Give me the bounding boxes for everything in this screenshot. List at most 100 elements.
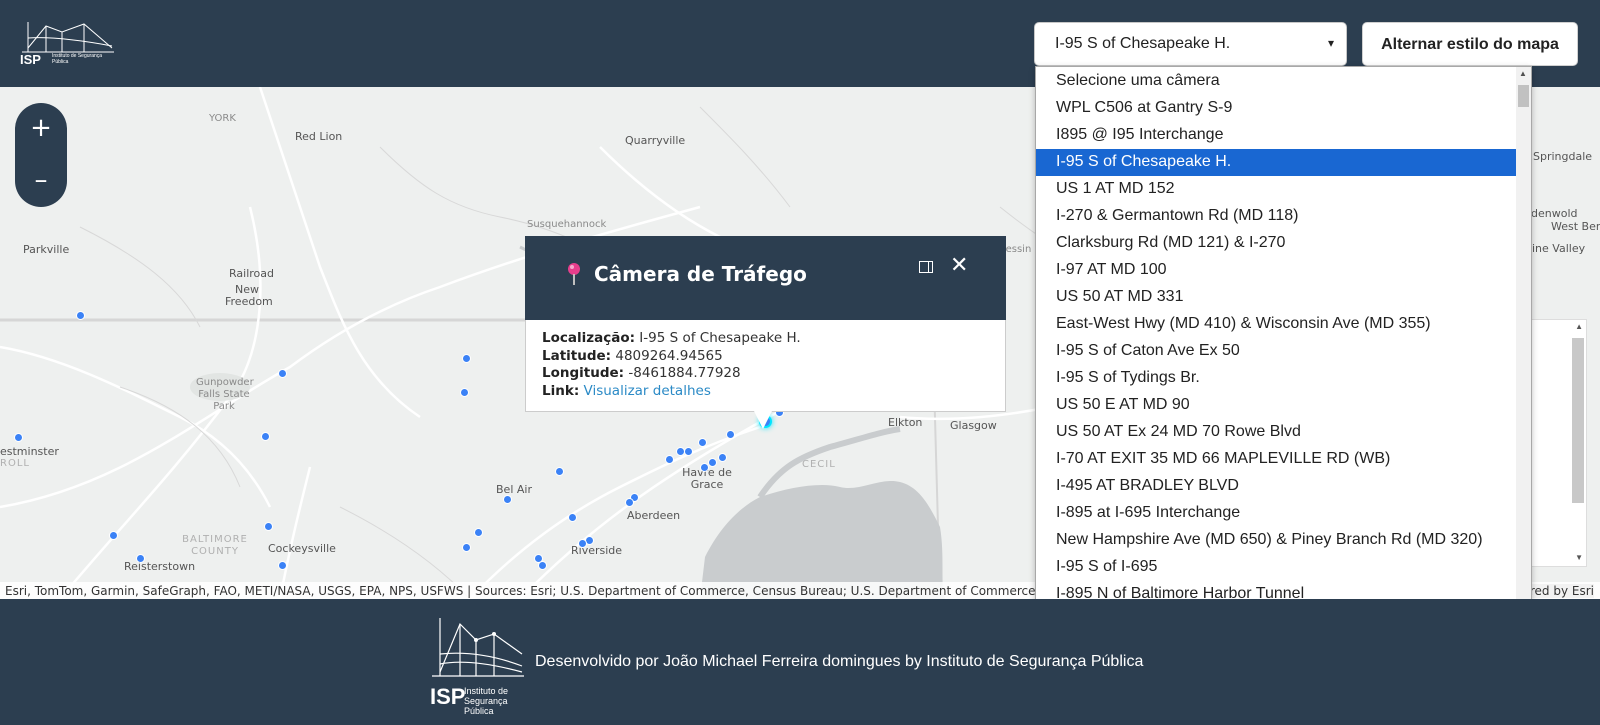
popup-latitude-row: Latitude: 4809264.94565 [542,348,1005,366]
camera-popup: Câmera de Tráfego ✕ Localização: I-95 S … [525,236,1006,429]
camera-marker[interactable] [555,467,564,476]
dropdown-option[interactable]: US 50 E AT MD 90 [1036,392,1517,419]
camera-marker[interactable] [462,543,471,552]
camera-marker[interactable] [718,453,727,462]
camera-marker[interactable] [76,311,85,320]
dropdown-option[interactable]: I-70 AT EXIT 35 MD 66 MAPLEVILLE RD (WB) [1036,446,1517,473]
scroll-up-icon[interactable]: ▲ [1575,322,1583,331]
zoom-out-button[interactable]: – [15,155,67,207]
toggle-map-style-button[interactable]: Alternar estilo do mapa [1362,22,1578,66]
popup-location-row: Localização: I-95 S of Chesapeake H. [542,330,1005,348]
camera-marker[interactable] [708,458,717,467]
place-label: New Freedom [225,283,273,308]
camera-marker[interactable] [261,432,270,441]
dropdown-option[interactable]: US 50 AT Ex 24 MD 70 Rowe Blvd [1036,419,1517,446]
place-label: Reisterstown [124,560,196,573]
isp-logo: ISP Instituto de Segurança Pública [18,18,116,68]
dropdown-option[interactable]: I-270 & Germantown Rd (MD 118) [1036,203,1517,230]
dropdown-option[interactable]: I-495 AT BRADLEY BLVD [1036,473,1517,500]
place-label: YORK [209,113,236,124]
dropdown-option[interactable]: I-95 S of Tydings Br. [1036,365,1517,392]
footer-logo-text: ISP [430,684,466,709]
dropdown-option[interactable]: I-95 S of I-695 [1036,554,1517,581]
dropdown-option[interactable]: WPL C506 at Gantry S-9 [1036,95,1517,122]
place-label: CECIL [802,459,836,470]
logo-text: ISP [20,52,41,67]
dropdown-option[interactable]: Selecione uma câmera [1036,68,1517,95]
dropdown-option[interactable]: I-97 AT MD 100 [1036,257,1517,284]
camera-marker[interactable] [698,438,707,447]
dropdown-option[interactable]: I-95 S of Caton Ave Ex 50 [1036,338,1517,365]
place-label: West Berl [1551,220,1600,233]
place-label: BALTIMORE COUNTY [182,534,248,557]
camera-marker[interactable] [14,433,23,442]
link-label: Link: [542,382,580,399]
latitude-value: 4809264.94565 [615,347,723,364]
details-link[interactable]: Visualizar detalhes [584,383,711,399]
place-label: estminster [0,445,59,458]
dropdown-option[interactable]: Clarksburg Rd (MD 121) & I-270 [1036,230,1517,257]
camera-marker[interactable] [460,388,469,397]
popup-title: Câmera de Tráfego [594,262,807,286]
place-label: ROLL [0,458,30,469]
close-icon[interactable]: ✕ [950,254,968,278]
zoom-control: + – [15,103,67,207]
camera-marker[interactable] [568,513,577,522]
dropdown-scrollbar[interactable]: ▲ ▼ [1516,67,1531,616]
camera-marker[interactable] [665,455,674,464]
camera-select[interactable]: I-95 S of Chesapeake H. ▾ [1034,22,1347,66]
footer-logo-subtitle: Instituto de Segurança Pública [464,686,509,716]
longitude-value: -8461884.77928 [628,365,741,381]
location-value: I-95 S of Chesapeake H. [639,330,801,346]
dropdown-option[interactable]: New Hampshire Ave (MD 650) & Piney Branc… [1036,527,1517,554]
camera-marker[interactable] [462,354,471,363]
popup-link-row: Link: Visualizar detalhes [542,383,1005,401]
camera-marker[interactable] [474,528,483,537]
dropdown-option[interactable]: East-West Hwy (MD 410) & Wisconsin Ave (… [1036,311,1517,338]
scrollbar-thumb[interactable] [1572,338,1584,503]
place-label: Springdale [1533,150,1593,163]
place-label: Aberdeen [627,509,681,522]
place-label: Cockeysville [268,542,336,555]
dropdown-option[interactable]: US 1 AT MD 152 [1036,176,1517,203]
dropdown-option[interactable]: I895 @ I95 Interchange [1036,122,1517,149]
camera-select-value: I-95 S of Chesapeake H. [1055,35,1231,52]
dropdown-option-selected[interactable]: I-95 S of Chesapeake H. [1036,149,1517,176]
location-label: Localização: [542,330,635,346]
isp-logo-graphic-icon [432,618,524,677]
dropdown-option[interactable]: US 50 AT MD 331 [1036,284,1517,311]
camera-dropdown-list[interactable]: Selecione uma câmera WPL C506 at Gantry … [1035,66,1532,617]
footer-credits: Desenvolvido por João Michael Ferreira d… [535,653,1144,670]
popup-pointer [754,411,772,429]
camera-marker[interactable] [578,539,587,548]
camera-marker[interactable] [136,554,145,563]
camera-marker[interactable] [264,522,273,531]
dropdown-scrollbar-thumb[interactable] [1518,85,1529,107]
place-label: ine Valley [1532,242,1586,255]
camera-marker[interactable] [109,531,118,540]
dropdown-option[interactable]: I-895 at I-695 Interchange [1036,500,1517,527]
camera-marker[interactable] [538,561,547,570]
zoom-in-button[interactable]: + [15,103,67,155]
place-label: Red Lion [295,130,343,143]
place-label: Parkville [23,243,70,256]
chevron-down-icon: ▾ [1327,36,1334,50]
scroll-up-icon[interactable]: ▲ [1519,69,1527,78]
camera-marker[interactable] [278,369,287,378]
scroll-down-icon[interactable]: ▼ [1575,553,1583,562]
camera-marker[interactable] [625,498,634,507]
camera-marker[interactable] [726,430,735,439]
camera-marker[interactable] [684,447,693,456]
app-footer: ISP Instituto de Segurança Pública Desen… [0,599,1600,725]
popup-longitude-row: Longitude: -8461884.77928 [542,365,1005,383]
place-label: Elkton [888,416,923,429]
footer-isp-logo: ISP Instituto de Segurança Pública [430,614,526,716]
camera-marker[interactable] [700,463,709,472]
popup-header: Câmera de Tráfego ✕ [525,236,1006,320]
dock-icon[interactable] [919,261,933,273]
place-label: Quarryville [625,134,686,147]
place-label: Bel Air [496,483,532,496]
place-label: Glasgow [950,419,997,432]
camera-marker[interactable] [278,561,287,570]
camera-marker[interactable] [503,495,512,504]
